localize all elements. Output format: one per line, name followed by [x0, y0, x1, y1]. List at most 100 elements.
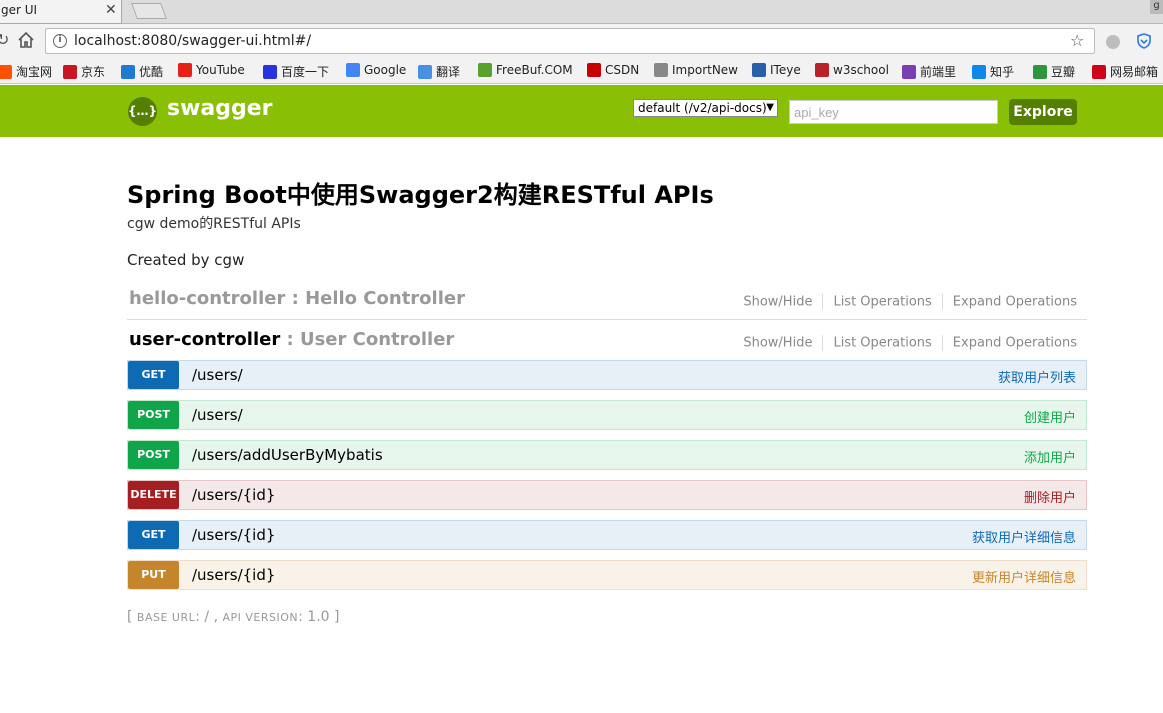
- youtube-icon: [178, 63, 192, 77]
- bookmark-label: 网易邮箱: [1110, 65, 1159, 79]
- douban-icon: [1033, 64, 1047, 79]
- bookmark-item[interactable]: CSDN: [587, 63, 639, 77]
- reload-icon[interactable]: ↻: [0, 30, 9, 49]
- bookmark-item[interactable]: 京东: [63, 63, 105, 80]
- expand-operations-link[interactable]: Expand Operations: [953, 295, 1077, 310]
- resource-separator: :: [280, 329, 300, 350]
- importnew-icon: [654, 63, 668, 77]
- spec-select[interactable]: default (/v2/api-docs) ▼: [633, 99, 778, 117]
- operation-path[interactable]: /users/{id}: [192, 486, 275, 504]
- bookmark-item[interactable]: w3school: [815, 63, 889, 77]
- explore-button[interactable]: Explore: [1009, 99, 1077, 125]
- operation-path[interactable]: /users/: [192, 366, 243, 384]
- bookmark-item[interactable]: 淘宝网: [0, 63, 52, 80]
- operation-post-add-user-by-mybatis[interactable]: POST /users/addUserByMybatis 添加用户: [127, 440, 1087, 470]
- jd-icon: [63, 64, 77, 79]
- bookmark-item[interactable]: 翻译: [418, 63, 460, 80]
- bookmark-label: 翻译: [436, 65, 461, 79]
- bookmark-item[interactable]: 百度一下: [263, 63, 329, 80]
- base-url-value: : / ,: [195, 609, 223, 625]
- http-method-badge[interactable]: GET: [128, 521, 179, 549]
- bookmark-label: 淘宝网: [16, 65, 53, 79]
- freebuf-icon: [478, 63, 492, 77]
- bookmark-item[interactable]: FreeBuf.COM: [478, 63, 573, 77]
- tab-close-icon[interactable]: ✕: [105, 2, 117, 18]
- resource-description: User Controller: [299, 329, 455, 350]
- bookmark-item[interactable]: 网易邮箱: [1092, 63, 1158, 80]
- show-hide-link[interactable]: Show/Hide: [743, 336, 812, 351]
- address-bar[interactable]: i localhost:8080/swagger-ui.html#/ ☆: [45, 28, 1095, 54]
- operation-summary[interactable]: 获取用户详细信息: [972, 527, 1076, 546]
- api-title: Spring Boot中使用Swagger2构建RESTful APIs: [127, 181, 714, 209]
- operation-get-users[interactable]: GET /users/ 获取用户列表: [127, 360, 1087, 390]
- bookmark-item[interactable]: 优酷: [121, 63, 163, 80]
- home-icon[interactable]: [16, 30, 36, 50]
- bookmark-label: 知乎: [990, 65, 1015, 79]
- show-hide-link[interactable]: Show/Hide: [743, 295, 812, 310]
- netease-mail-icon: [1092, 64, 1106, 79]
- http-method-badge[interactable]: GET: [128, 361, 179, 389]
- youku-icon: [121, 64, 135, 79]
- operation-put-user[interactable]: PUT /users/{id} 更新用户详细信息: [127, 560, 1087, 590]
- bookmark-item[interactable]: 前端里: [902, 63, 956, 80]
- resource-user-controller: user-controller : User Controller Show/H…: [127, 329, 1087, 361]
- swagger-logo-text[interactable]: swagger: [167, 96, 273, 121]
- google-icon: [346, 63, 360, 77]
- resource-title[interactable]: hello-controller : Hello Controller: [129, 288, 465, 309]
- operation-summary[interactable]: 删除用户: [1024, 487, 1076, 506]
- resource-name[interactable]: user-controller: [129, 329, 280, 350]
- operation-path[interactable]: /users/: [192, 406, 243, 424]
- extension-icon[interactable]: [1106, 35, 1120, 49]
- operation-path[interactable]: /users/{id}: [192, 566, 275, 584]
- operation-summary[interactable]: 获取用户列表: [998, 367, 1076, 386]
- api-key-input[interactable]: [789, 100, 998, 124]
- expand-operations-link[interactable]: Expand Operations: [953, 336, 1077, 351]
- api-footer-info: [ base url: / , api version: 1.0 ]: [127, 609, 339, 625]
- resource-description: Hello Controller: [305, 288, 465, 309]
- baidu-icon: [263, 64, 277, 79]
- bookmark-item[interactable]: 知乎: [972, 63, 1014, 80]
- operation-path[interactable]: /users/{id}: [192, 526, 275, 544]
- resource-separator: :: [285, 288, 306, 309]
- new-tab-button[interactable]: [131, 3, 167, 19]
- bookmark-item[interactable]: 豆瓣: [1033, 63, 1075, 80]
- http-method-badge[interactable]: POST: [128, 441, 179, 469]
- url-text[interactable]: localhost:8080/swagger-ui.html#/: [74, 33, 311, 49]
- operation-get-user[interactable]: GET /users/{id} 获取用户详细信息: [127, 520, 1087, 550]
- profile-button[interactable]: g: [1150, 0, 1163, 14]
- api-version-value: : 1.0 ]: [298, 609, 340, 625]
- bookmark-label: 豆瓣: [1051, 65, 1076, 79]
- bookmark-label: FreeBuf.COM: [496, 63, 573, 77]
- qianduanli-icon: [902, 64, 916, 79]
- resource-hello-controller: hello-controller : Hello Controller Show…: [127, 288, 1087, 320]
- base-url-label: base url: [136, 611, 196, 624]
- bookmark-item[interactable]: YouTube: [178, 63, 245, 77]
- bookmark-star-icon[interactable]: ☆: [1070, 31, 1084, 50]
- operation-summary[interactable]: 添加用户: [1024, 447, 1076, 466]
- operation-delete-user[interactable]: DELETE /users/{id} 删除用户: [127, 480, 1087, 510]
- operation-path[interactable]: /users/addUserByMybatis: [192, 446, 383, 464]
- w3school-icon: [815, 63, 829, 77]
- taobao-icon: [0, 64, 12, 79]
- bookmark-item[interactable]: ITeye: [752, 63, 801, 77]
- http-method-badge[interactable]: POST: [128, 401, 179, 429]
- operation-summary[interactable]: 更新用户详细信息: [972, 567, 1076, 586]
- list-operations-link[interactable]: List Operations: [833, 295, 931, 310]
- resource-name[interactable]: hello-controller: [129, 288, 285, 309]
- bookmark-item[interactable]: ImportNew: [654, 63, 738, 77]
- http-method-badge[interactable]: DELETE: [128, 481, 179, 509]
- swagger-logo-icon[interactable]: {…}: [128, 97, 157, 126]
- bookmark-label: ITeye: [770, 63, 801, 77]
- bookmark-label: CSDN: [605, 63, 640, 77]
- list-operations-link[interactable]: List Operations: [833, 336, 931, 351]
- operation-summary[interactable]: 创建用户: [1024, 407, 1076, 426]
- operation-post-users[interactable]: POST /users/ 创建用户: [127, 400, 1087, 430]
- divider: [941, 294, 943, 310]
- bookmark-item[interactable]: Google: [346, 63, 406, 77]
- resource-title[interactable]: user-controller : User Controller: [129, 329, 454, 350]
- http-method-badge[interactable]: PUT: [128, 561, 179, 589]
- browser-tab[interactable]: ger UI ✕: [0, 0, 122, 24]
- iteye-icon: [752, 63, 766, 77]
- info-icon[interactable]: i: [53, 34, 67, 48]
- shield-icon[interactable]: [1136, 33, 1152, 49]
